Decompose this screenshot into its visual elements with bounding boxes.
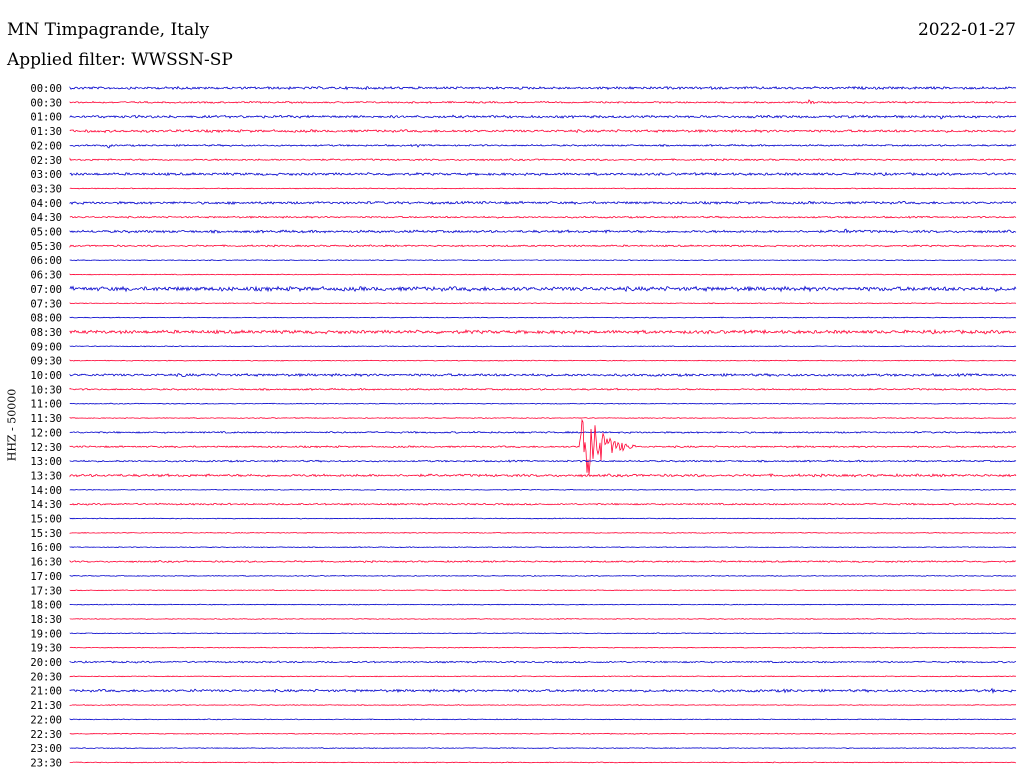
row-time-label: 16:00 [30,542,62,554]
trace-line-0200 [69,143,1017,149]
row-time-label: 10:00 [30,370,62,382]
trace-line-0800 [69,316,1017,319]
row-time-label: 08:30 [30,327,62,339]
trace-line-2200 [69,718,1017,721]
row-time-label: 03:30 [30,183,62,195]
row-time-label: 18:00 [30,600,62,612]
row-time-label: 02:30 [30,155,62,167]
row-time-label: 13:00 [30,456,62,468]
trace-group [69,85,1017,764]
trace-line-2130 [69,704,1017,707]
row-time-label: 10:30 [30,384,62,396]
row-time-label: 20:30 [30,671,62,683]
trace-line-1000 [69,372,1017,378]
trace-line-0700 [69,285,1017,293]
seismogram-plot: 00:00 00:30 01:00 01:30 02:00 02:30 03:00 03:30… [30,83,1017,769]
trace-line-2100 [69,687,1017,694]
row-time-label: 11:00 [30,399,62,411]
trace-line-0300 [69,171,1017,177]
trace-line-2030 [69,675,1017,678]
trace-line-1300 [69,459,1017,463]
trace-line-1700 [69,574,1017,577]
row-time-label: 07:00 [30,284,62,296]
trace-line-1800 [69,603,1017,606]
trace-line-0500 [69,228,1017,234]
row-time-label: 04:00 [30,198,62,210]
row-time-label: 04:30 [30,212,62,224]
row-time-label: 20:00 [30,657,62,669]
row-time-label: 21:30 [30,700,62,712]
trace-line-0400 [69,200,1017,205]
row-time-label: 09:00 [30,341,62,353]
trace-line-1400 [69,488,1017,491]
row-time-label: 22:00 [30,714,62,726]
row-time-label: 21:00 [30,686,62,698]
trace-line-0630 [69,273,1017,276]
row-time-label: 05:00 [30,227,62,239]
trace-line-1830 [69,618,1017,620]
row-time-label: 01:00 [30,112,62,124]
tick-label-group: 00:00 00:30 01:00 01:30 02:00 02:30 03:00 03:30… [30,83,62,769]
row-time-label: 23:00 [30,743,62,755]
trace-line-1530 [69,531,1017,534]
row-time-label: 08:00 [30,313,62,325]
row-time-label: 00:00 [30,83,62,95]
trace-line-0000 [69,85,1017,91]
row-time-label: 02:00 [30,140,62,152]
trace-line-0330 [69,187,1017,190]
trace-line-0600 [69,259,1017,262]
trace-line-2230 [69,732,1017,735]
trace-line-1230 [69,418,1017,475]
trace-line-1330 [69,473,1017,478]
row-time-label: 12:30 [30,442,62,454]
row-time-label: 03:00 [30,169,62,181]
row-time-label: 16:30 [30,557,62,569]
row-time-label: 14:00 [30,485,62,497]
row-time-label: 15:30 [30,528,62,540]
trace-line-1030 [69,387,1017,392]
row-time-label: 09:30 [30,356,62,368]
row-time-label: 17:00 [30,571,62,583]
trace-line-1630 [69,559,1017,564]
trace-line-1500 [69,517,1017,520]
row-time-label: 14:30 [30,499,62,511]
row-time-label: 22:30 [30,729,62,741]
row-time-label: 06:00 [30,255,62,267]
trace-line-1900 [69,632,1017,635]
row-time-label: 19:30 [30,643,62,655]
trace-line-0730 [69,302,1017,305]
trace-line-1930 [69,646,1017,649]
trace-line-0900 [69,345,1017,348]
row-time-label: 00:30 [30,97,62,109]
row-time-label: 23:30 [30,757,62,769]
row-time-label: 18:30 [30,614,62,626]
trace-line-0530 [69,244,1017,248]
row-time-label: 15:00 [30,514,62,526]
trace-line-1200 [69,430,1017,434]
row-time-label: 11:30 [30,413,62,425]
trace-line-0230 [69,157,1017,162]
trace-line-0030 [69,99,1017,105]
row-time-label: 05:30 [30,241,62,253]
trace-line-1600 [69,546,1017,549]
trace-line-2300 [69,747,1017,750]
trace-line-0930 [69,359,1017,362]
trace-line-2000 [69,660,1017,664]
row-time-label: 12:00 [30,427,62,439]
trace-line-1430 [69,502,1017,506]
trace-line-0830 [69,328,1017,335]
row-time-label: 19:00 [30,628,62,640]
trace-line-1100 [69,402,1017,405]
trace-line-1730 [69,589,1017,592]
row-time-label: 01:30 [30,126,62,138]
trace-line-0100 [69,114,1017,120]
row-time-label: 13:30 [30,470,62,482]
row-time-label: 06:30 [30,270,62,282]
trace-line-0130 [69,128,1017,134]
trace-line-2330 [69,761,1017,764]
trace-line-0430 [69,215,1017,219]
row-time-label: 17:30 [30,585,62,597]
trace-line-1130 [69,417,1017,419]
row-time-label: 07:30 [30,298,62,310]
